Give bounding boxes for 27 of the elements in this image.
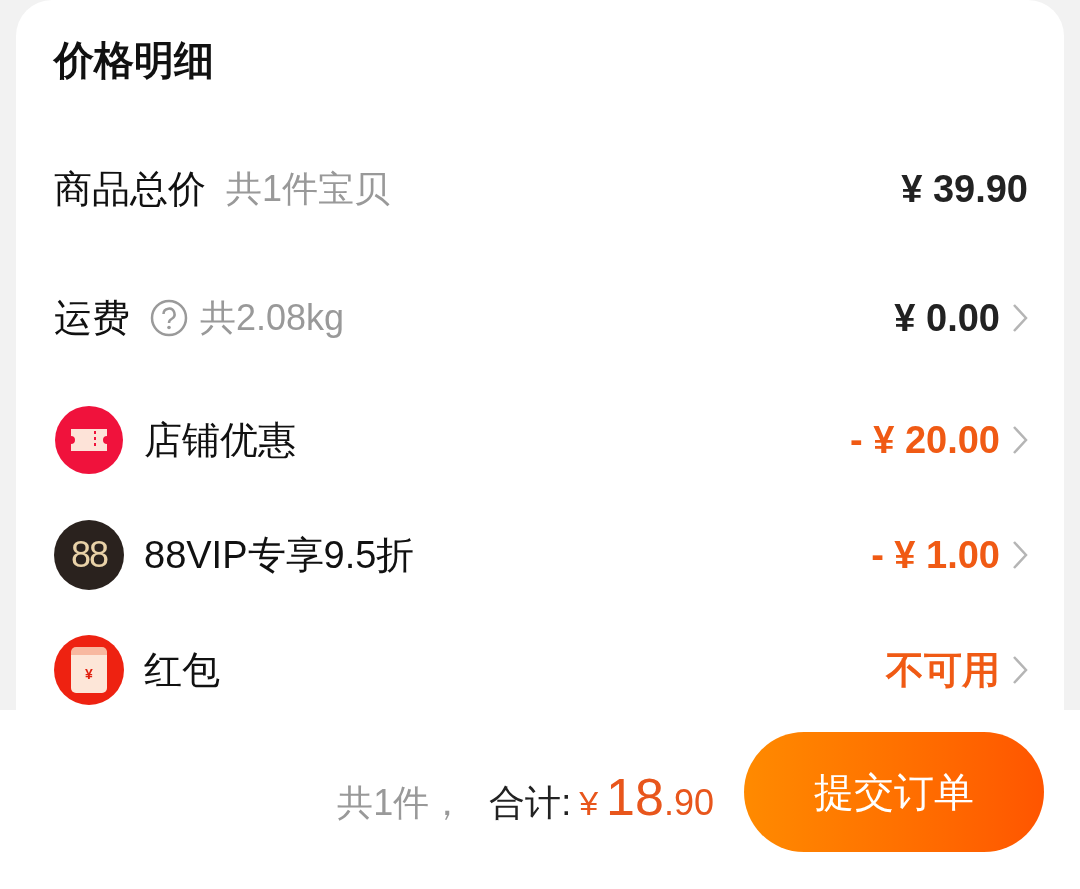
- total-decimal: .90: [663, 781, 714, 825]
- row-note: 共1件宝贝: [226, 167, 391, 211]
- envelope-icon: ¥: [54, 635, 124, 705]
- row-amount: ¥ 0.00: [894, 295, 1000, 341]
- row-label: 运费: [54, 295, 130, 341]
- total-integer: 18: [606, 767, 664, 828]
- total-label: 合计:: [489, 781, 572, 825]
- submit-order-button[interactable]: 提交订单: [744, 732, 1044, 852]
- ticket-icon: [54, 405, 124, 475]
- row-note: 共2.08kg: [200, 296, 345, 340]
- chevron-right-icon[interactable]: [1012, 655, 1028, 685]
- vip-badge-icon: 88: [54, 520, 124, 590]
- section-title: 价格明细: [54, 37, 215, 84]
- row-label: 88VIP专享9.5折: [144, 532, 415, 578]
- row-label: 店铺优惠: [144, 417, 296, 463]
- row-amount: - ¥ 1.00: [871, 532, 1000, 578]
- currency-symbol: ¥: [579, 783, 599, 824]
- item-count: 共1件，: [337, 781, 466, 825]
- chevron-right-icon[interactable]: [1012, 540, 1028, 570]
- help-icon[interactable]: [150, 299, 188, 337]
- row-amount: ¥ 39.90: [901, 166, 1028, 212]
- row-amount: 不可用: [886, 647, 1000, 693]
- row-label: 商品总价: [54, 166, 206, 212]
- chevron-right-icon[interactable]: [1012, 303, 1028, 333]
- chevron-right-icon[interactable]: [1012, 425, 1028, 455]
- row-amount: - ¥ 20.00: [850, 417, 1000, 463]
- row-label: 红包: [144, 647, 220, 693]
